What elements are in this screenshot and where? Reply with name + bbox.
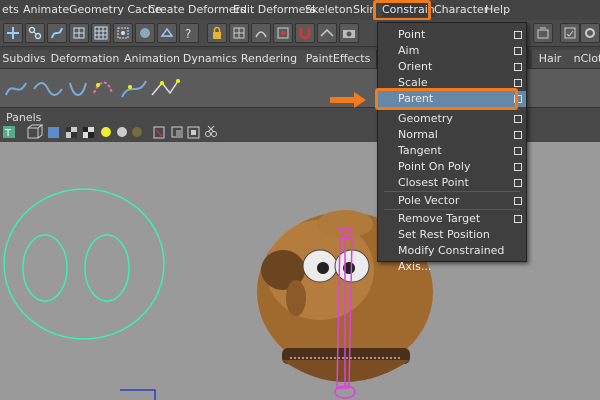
panels-menu[interactable]: Panels — [6, 111, 41, 124]
menu-item-geometry[interactable]: Geometry — [378, 111, 526, 127]
option-box-icon[interactable] — [514, 79, 522, 87]
option-box-icon[interactable] — [514, 197, 522, 205]
tab-deformation[interactable]: Deformation — [48, 50, 123, 68]
constrain-dropdown: Point Aim Orient Scale Parent Geometry N… — [377, 22, 527, 273]
constrain-highlight-box — [373, 0, 431, 21]
tab-subdivs[interactable]: Subdivs — [0, 50, 49, 68]
menu-character[interactable]: Character — [434, 3, 488, 17]
settings-icon[interactable] — [580, 23, 600, 43]
help-icon[interactable]: ? — [179, 23, 199, 43]
option-box-icon[interactable] — [514, 215, 522, 223]
option-box-icon[interactable] — [514, 31, 522, 39]
option-box-icon[interactable] — [514, 115, 522, 123]
text-icon: T — [3, 126, 15, 139]
svg-text:T: T — [4, 128, 12, 139]
shelf-curve-icons — [5, 79, 180, 98]
layout-icon — [187, 126, 200, 139]
lock-icon[interactable] — [207, 23, 227, 43]
menu-separator — [384, 209, 520, 210]
shadow-icon — [132, 127, 142, 137]
snap-grid-icon[interactable] — [229, 23, 249, 43]
scissors-icon — [205, 125, 217, 137]
arrow-pointer-icon — [330, 92, 366, 108]
menu-item-set-rest-position[interactable]: Set Rest Position — [378, 227, 526, 243]
offset-curve-icon — [121, 80, 147, 98]
arc-icon — [93, 81, 113, 94]
textured-cube-icon — [66, 127, 77, 138]
menu-item-point-on-poly[interactable]: Point On Poly — [378, 159, 526, 175]
face-control-curve[interactable] — [3, 188, 165, 340]
render-icon[interactable] — [533, 23, 553, 43]
tab-hair[interactable]: Hair — [532, 50, 569, 68]
tab-painteffects[interactable]: PaintEffects — [300, 50, 377, 68]
option-box-icon[interactable] — [514, 47, 522, 55]
menu-item-tangent[interactable]: Tangent — [378, 143, 526, 159]
move-icon[interactable] — [3, 23, 23, 43]
wireframe-cube-icon — [27, 124, 44, 139]
menu-item-aim[interactable]: Aim — [378, 43, 526, 59]
tab-nclot[interactable]: nClot — [568, 50, 600, 68]
menu-ets[interactable]: ets — [2, 3, 19, 17]
panel-toolbar: T — [3, 124, 217, 139]
cv-curve-icon — [33, 82, 63, 96]
option-box-icon[interactable] — [514, 131, 522, 139]
sphere-icon[interactable] — [135, 23, 155, 43]
eye-control-left[interactable] — [22, 234, 68, 302]
lattice-deform-icon[interactable] — [157, 23, 177, 43]
menu-edit-deformers[interactable]: Edit Deformers — [233, 3, 316, 17]
option-box-icon[interactable] — [514, 147, 522, 155]
svg-text:?: ? — [185, 27, 191, 40]
ipr-icon[interactable] — [560, 23, 580, 43]
snap-plane-icon[interactable] — [317, 23, 337, 43]
parent-highlight-box — [375, 88, 518, 110]
menu-create-deformers[interactable]: Create Deformers — [148, 3, 246, 17]
lattice-icon[interactable] — [91, 23, 111, 43]
snap-curve-icon[interactable] — [251, 23, 271, 43]
checker-icon — [83, 127, 94, 138]
light-icon — [101, 127, 111, 137]
menu-item-pole-vector[interactable]: Pole Vector — [378, 193, 526, 209]
menu-item-normal[interactable]: Normal — [378, 127, 526, 143]
menu-item-orient[interactable]: Orient — [378, 59, 526, 75]
joint-tool-icon[interactable] — [25, 23, 45, 43]
pencil-curve-icon — [69, 82, 87, 96]
ep-curve-icon — [5, 82, 27, 96]
menu-item-closest-point[interactable]: Closest Point — [378, 175, 526, 191]
tab-rendering[interactable]: Rendering — [238, 50, 301, 68]
foot-control-curve[interactable] — [120, 389, 156, 400]
ik-handle-icon[interactable] — [47, 23, 67, 43]
smooth-cube-icon — [48, 127, 59, 138]
fillet-icon — [151, 79, 180, 96]
menu-skeleton[interactable]: Skeleton — [305, 3, 353, 17]
tab-dynamics[interactable]: Dynamics — [182, 50, 239, 68]
curve-icon[interactable] — [69, 23, 89, 43]
cluster-icon[interactable] — [113, 23, 133, 43]
option-box-icon[interactable] — [514, 163, 522, 171]
menu-separator — [384, 191, 520, 192]
option-box-icon[interactable] — [514, 63, 522, 71]
eye-control-right[interactable] — [84, 234, 130, 302]
menu-help[interactable]: Help — [485, 3, 510, 17]
menu-item-point[interactable]: Point — [378, 27, 526, 43]
menu-item-modify-constrained-axis[interactable]: Modify Constrained Axis... — [378, 243, 526, 273]
menu-item-remove-target[interactable]: Remove Target — [378, 211, 526, 227]
snap-point-icon[interactable] — [273, 23, 293, 43]
option-box-icon[interactable] — [514, 179, 522, 187]
magnet-icon[interactable] — [295, 23, 315, 43]
shaded-sphere-icon — [117, 127, 127, 137]
xray-icon — [153, 126, 165, 139]
isolate-icon — [171, 126, 183, 138]
camera-icon[interactable] — [339, 23, 359, 43]
main-menubar: ets Animate Geometry Cache Create Deform… — [0, 0, 600, 21]
tab-animation[interactable]: Animation — [122, 50, 183, 68]
menu-animate[interactable]: Animate — [23, 3, 69, 17]
